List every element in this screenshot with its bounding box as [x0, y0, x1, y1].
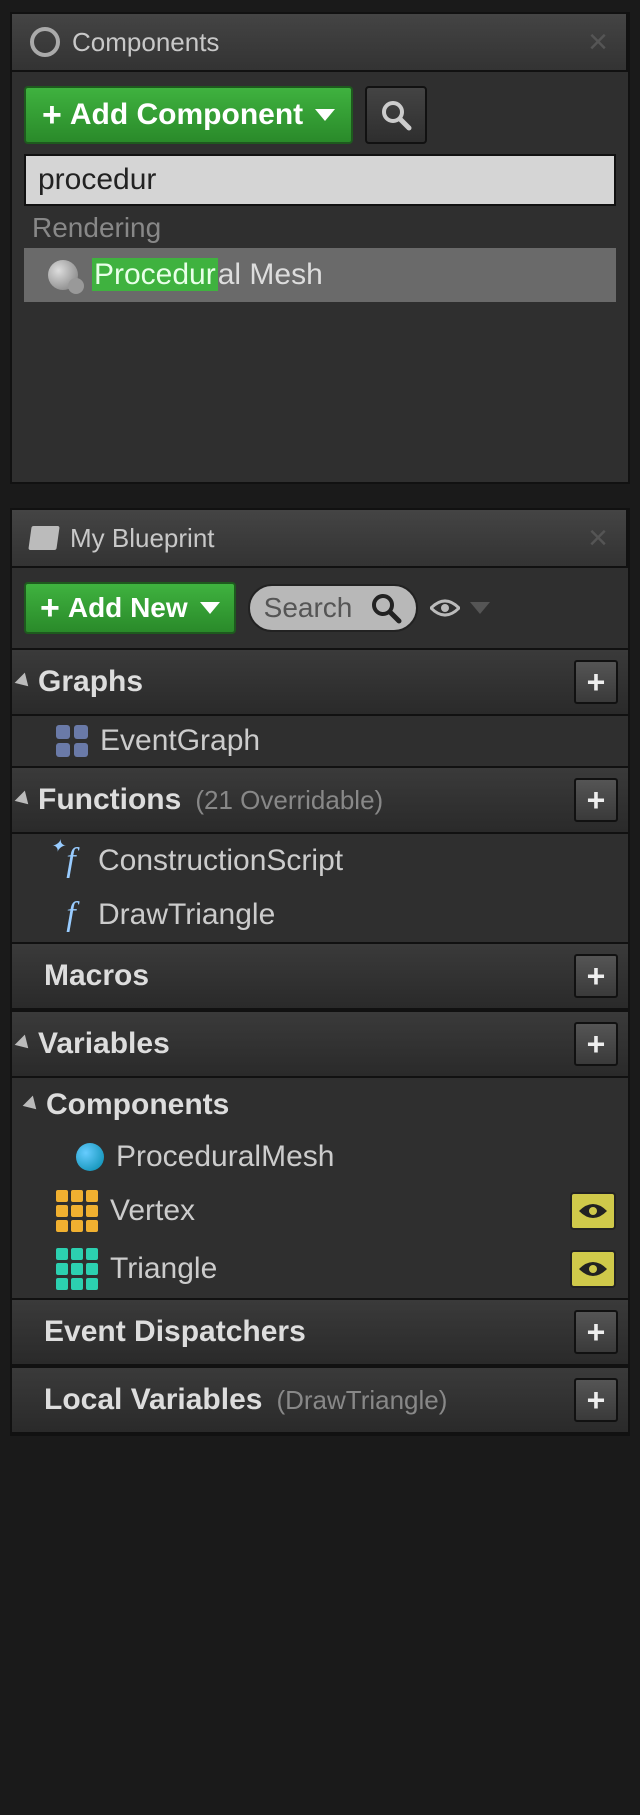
components-panel: Components × + Add Component Rendering P… [10, 12, 630, 484]
components-tab-label: Components [72, 27, 219, 58]
proceduralmesh-label: ProceduralMesh [116, 1140, 334, 1174]
mesh-icon [48, 260, 78, 290]
blueprint-toolbar: + Add New Search [12, 568, 628, 648]
section-event-dispatchers[interactable]: Event Dispatchers + [12, 1298, 628, 1366]
blueprint-search-input[interactable]: Search [248, 584, 418, 632]
functions-sublabel: (21 Overridable) [195, 785, 383, 816]
item-triangle[interactable]: Triangle [12, 1240, 628, 1298]
triangle-label: Triangle [110, 1252, 217, 1286]
search-result-procedural-mesh[interactable]: Procedural Mesh [24, 248, 616, 302]
item-drawtriangle[interactable]: f DrawTriangle [12, 888, 628, 942]
plus-icon: + [40, 593, 60, 624]
result-label: Procedural Mesh [92, 258, 323, 292]
add-localvar-button[interactable]: + [574, 1378, 618, 1422]
add-dispatcher-button[interactable]: + [574, 1310, 618, 1354]
item-proceduralmesh[interactable]: ProceduralMesh [12, 1132, 628, 1182]
item-eventgraph[interactable]: EventGraph [12, 716, 628, 766]
variables-label: Variables [38, 1027, 170, 1061]
components-tab-bar: Components × [12, 14, 628, 72]
expand-icon [23, 1096, 42, 1115]
blueprint-tab-bar: My Blueprint × [12, 510, 628, 568]
components-tab[interactable]: Components × [12, 14, 628, 70]
eye-icon [578, 1201, 608, 1221]
close-icon[interactable]: × [588, 25, 608, 59]
visibility-toggle[interactable] [570, 1192, 616, 1230]
expand-icon [15, 1035, 34, 1054]
localvars-sublabel: (DrawTriangle) [276, 1385, 566, 1416]
components-icon [30, 27, 60, 57]
eye-icon [578, 1259, 608, 1279]
add-component-label: Add Component [70, 98, 303, 132]
constructionscript-label: ConstructionScript [98, 844, 343, 878]
item-vertex[interactable]: Vertex [12, 1182, 628, 1240]
graphs-label: Graphs [38, 665, 143, 699]
search-icon [380, 99, 412, 131]
add-variable-button[interactable]: + [574, 1022, 618, 1066]
add-function-button[interactable]: + [574, 778, 618, 822]
components-panel-body: + Add Component Rendering Procedural Mes… [12, 72, 628, 316]
component-icon [76, 1143, 104, 1171]
my-blueprint-panel: My Blueprint × + Add New Search Graphs +… [10, 508, 630, 1436]
expand-icon [15, 673, 34, 692]
item-constructionscript[interactable]: ✦f ConstructionScript [12, 834, 628, 888]
visibility-toggle[interactable] [570, 1250, 616, 1288]
my-blueprint-tab[interactable]: My Blueprint × [12, 510, 628, 566]
blueprint-icon [28, 526, 59, 550]
function-icon: ✦f [56, 842, 86, 880]
vertex-label: Vertex [110, 1194, 195, 1228]
function-icon: f [56, 896, 86, 934]
add-macro-button[interactable]: + [574, 954, 618, 998]
add-new-label: Add New [68, 592, 188, 624]
component-search-button[interactable] [365, 86, 427, 144]
chevron-down-icon [470, 602, 490, 614]
section-local-variables[interactable]: Local Variables (DrawTriangle) + [12, 1366, 628, 1434]
subsection-components[interactable]: Components [12, 1078, 628, 1132]
expand-icon [15, 791, 34, 810]
components-label: Components [46, 1088, 229, 1122]
functions-label: Functions [38, 783, 181, 817]
category-label: Rendering [24, 206, 616, 248]
add-component-button[interactable]: + Add Component [24, 86, 353, 144]
plus-icon: + [42, 100, 62, 131]
drawtriangle-label: DrawTriangle [98, 898, 275, 932]
chevron-down-icon [315, 109, 335, 121]
section-variables[interactable]: Variables + [12, 1010, 628, 1078]
localvars-label: Local Variables [44, 1383, 262, 1417]
dispatchers-label: Event Dispatchers [44, 1315, 306, 1349]
eye-icon [430, 598, 460, 618]
macros-label: Macros [44, 959, 149, 993]
section-macros[interactable]: Macros + [12, 942, 628, 1010]
add-new-button[interactable]: + Add New [24, 582, 236, 634]
search-placeholder: Search [264, 592, 364, 624]
section-graphs[interactable]: Graphs + [12, 648, 628, 716]
add-graph-button[interactable]: + [574, 660, 618, 704]
search-icon [370, 592, 402, 624]
graph-icon [56, 725, 88, 757]
chevron-down-icon [200, 602, 220, 614]
array-icon [56, 1248, 98, 1290]
my-blueprint-tab-label: My Blueprint [70, 523, 215, 554]
component-search-input[interactable] [24, 154, 616, 206]
close-icon[interactable]: × [588, 521, 608, 555]
array-icon [56, 1190, 98, 1232]
section-functions[interactable]: Functions (21 Overridable) + [12, 766, 628, 834]
visibility-filter-dropdown[interactable] [430, 598, 490, 618]
eventgraph-label: EventGraph [100, 724, 260, 758]
